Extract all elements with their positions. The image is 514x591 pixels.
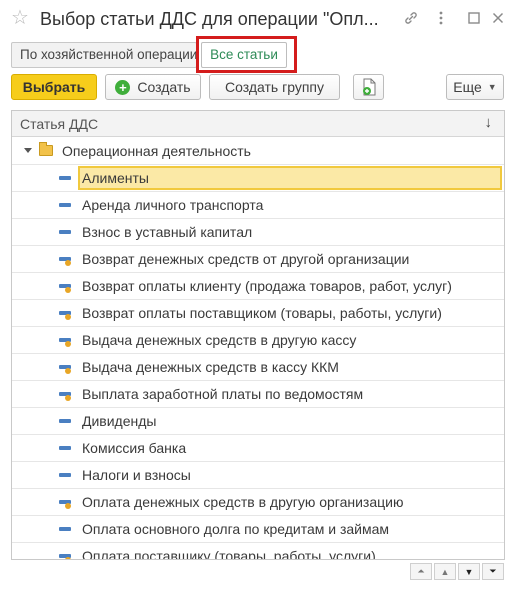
last-page-icon: ⏷ bbox=[489, 566, 497, 576]
close-icon[interactable] bbox=[489, 9, 507, 27]
first-page-icon: ⏶ bbox=[417, 566, 425, 576]
group-row[interactable]: Операционная деятельность bbox=[12, 138, 504, 165]
scroll-up-button[interactable]: ▲ bbox=[434, 563, 456, 580]
item-with-marker-icon bbox=[59, 284, 71, 293]
row-label: Оплата основного долга по кредитам и зай… bbox=[82, 521, 390, 537]
toolbar: Выбрать + Создать Создать группу Еще ▼ bbox=[0, 74, 514, 102]
table-row[interactable]: Возврат оплаты поставщиком (товары, рабо… bbox=[12, 300, 504, 327]
maximize-icon[interactable] bbox=[465, 9, 483, 27]
item-with-marker-icon bbox=[59, 365, 71, 374]
scroll-to-top-button[interactable]: ⏶ bbox=[410, 563, 432, 580]
table-row[interactable]: Комиссия банка bbox=[12, 435, 504, 462]
table-row[interactable]: Оплата поставщику (товары, работы, услуг… bbox=[12, 543, 504, 560]
copy-button[interactable] bbox=[353, 74, 384, 100]
window-title: Выбор статьи ДДС для операции "Опл... bbox=[40, 9, 379, 29]
folder-icon bbox=[39, 142, 53, 156]
item-with-marker-icon bbox=[59, 257, 71, 266]
table-row[interactable]: Выдача денежных средств в кассу ККМ bbox=[12, 354, 504, 381]
row-label: Аренда личного транспорта bbox=[82, 197, 264, 213]
items-table[interactable]: Статья ДДС ↓ Операционная деятельность А… bbox=[11, 110, 505, 560]
row-label: Налоги и взносы bbox=[82, 467, 191, 483]
select-button[interactable]: Выбрать bbox=[11, 74, 97, 100]
arrow-up-icon: ▲ bbox=[440, 566, 450, 577]
kebab-menu-icon[interactable] bbox=[432, 9, 450, 27]
column-header-item[interactable]: Статья ДДС bbox=[20, 116, 98, 132]
row-label: Дивиденды bbox=[82, 413, 157, 429]
item-with-marker-icon bbox=[59, 311, 71, 320]
table-row[interactable]: Оплата основного долга по кредитам и зай… bbox=[12, 516, 504, 543]
item-with-marker-icon bbox=[59, 554, 71, 559]
row-label: Комиссия банка bbox=[82, 440, 187, 456]
row-label: Оплата поставщику (товары, работы, услуг… bbox=[82, 548, 376, 560]
title-bar: ☆ Выбор статьи ДДС для операции "Опл... bbox=[0, 0, 514, 38]
item-icon bbox=[59, 176, 71, 180]
row-label: Возврат оплаты клиенту (продажа товаров,… bbox=[82, 278, 452, 294]
row-label: Возврат денежных средств от другой орган… bbox=[82, 251, 410, 267]
scroll-to-bottom-button[interactable]: ⏷ bbox=[482, 563, 504, 580]
row-label: Взнос в уставный капитал bbox=[82, 224, 253, 240]
item-icon bbox=[59, 446, 71, 450]
item-with-marker-icon bbox=[59, 338, 71, 347]
item-icon bbox=[59, 473, 71, 477]
table-header: Статья ДДС ↓ bbox=[12, 111, 504, 137]
tab-by-business-operation[interactable]: По хозяйственной операции bbox=[11, 42, 197, 68]
table-row[interactable]: Возврат денежных средств от другой орган… bbox=[12, 246, 504, 273]
table-row[interactable]: Алименты bbox=[12, 165, 504, 192]
highlight-frame bbox=[196, 36, 297, 73]
add-copy-icon bbox=[362, 78, 375, 96]
table-row[interactable]: Взнос в уставный капитал bbox=[12, 219, 504, 246]
create-button-label: Создать bbox=[137, 79, 191, 95]
arrow-down-icon: ▼ bbox=[464, 566, 474, 577]
table-row[interactable]: Налоги и взносы bbox=[12, 462, 504, 489]
table-row[interactable]: Возврат оплаты клиенту (продажа товаров,… bbox=[12, 273, 504, 300]
star-icon[interactable]: ☆ bbox=[11, 6, 29, 30]
row-label: Возврат оплаты поставщиком (товары, рабо… bbox=[82, 305, 442, 321]
table-row[interactable]: Оплата денежных средств в другую организ… bbox=[12, 489, 504, 516]
table-row[interactable]: Выдача денежных средств в другую кассу bbox=[12, 327, 504, 354]
row-label: Оплата денежных средств в другую организ… bbox=[82, 494, 404, 510]
item-icon bbox=[59, 527, 71, 531]
plus-circle-icon: + bbox=[115, 79, 131, 95]
row-label: Выдача денежных средств в кассу ККМ bbox=[82, 359, 339, 375]
item-icon bbox=[59, 419, 71, 423]
scroll-down-button[interactable]: ▼ bbox=[458, 563, 480, 580]
item-with-marker-icon bbox=[59, 392, 71, 401]
sort-arrow-icon[interactable]: ↓ bbox=[485, 114, 493, 131]
group-label: Операционная деятельность bbox=[62, 143, 251, 159]
item-icon bbox=[59, 230, 71, 234]
table-row[interactable]: Выплата заработной платы по ведомостям bbox=[12, 381, 504, 408]
row-label: Выдача денежных средств в другую кассу bbox=[82, 332, 357, 348]
expand-caret-icon[interactable] bbox=[24, 148, 32, 153]
row-label: Выплата заработной платы по ведомостям bbox=[82, 386, 364, 402]
more-button[interactable]: Еще ▼ bbox=[446, 74, 504, 100]
table-row[interactable]: Аренда личного транспорта bbox=[12, 192, 504, 219]
more-button-label: Еще bbox=[453, 79, 482, 95]
table-row[interactable]: Дивиденды bbox=[12, 408, 504, 435]
create-button[interactable]: + Создать bbox=[105, 74, 201, 100]
create-group-button[interactable]: Создать группу bbox=[209, 74, 340, 100]
item-with-marker-icon bbox=[59, 500, 71, 509]
link-icon[interactable] bbox=[402, 9, 420, 27]
row-label: Алименты bbox=[82, 170, 149, 186]
chevron-down-icon: ▼ bbox=[487, 82, 497, 92]
item-icon bbox=[59, 203, 71, 207]
